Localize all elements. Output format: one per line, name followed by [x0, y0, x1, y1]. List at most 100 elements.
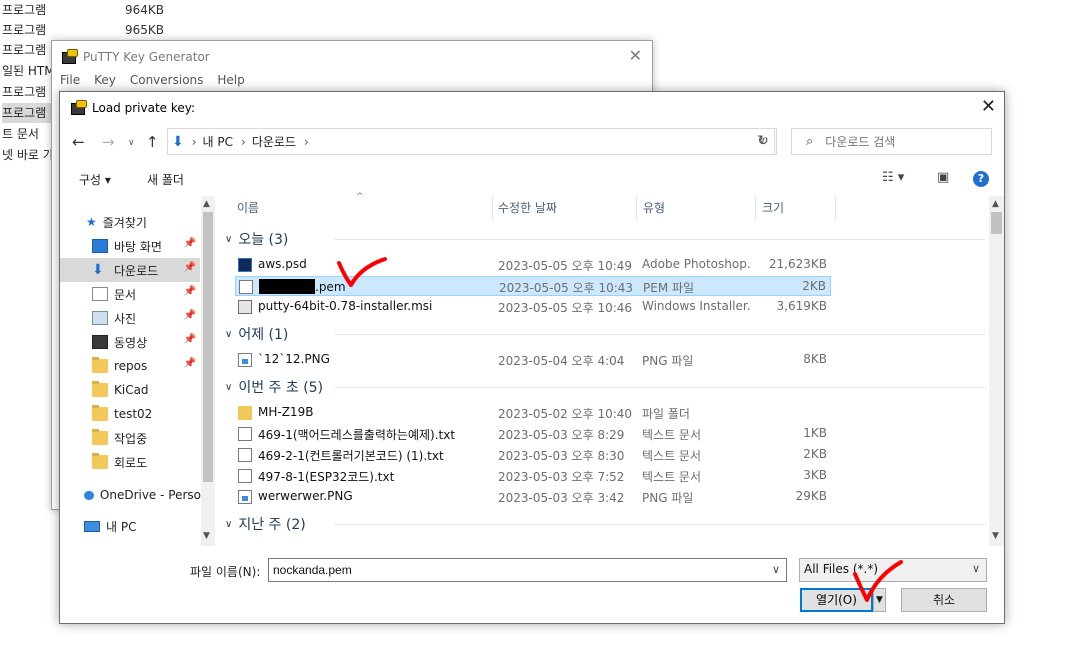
nav-item-repos[interactable]: repos 📌 [60, 354, 200, 378]
navigation-pane: ★ 즐겨찾기 바탕 화면 📌 ⬇ 다운로드 📌 문서 📌 사진 📌 동영상 📌 repos 📌 … [60, 196, 215, 546]
nav-item-schematics[interactable]: 회로도 [60, 450, 200, 474]
menu-conversions[interactable]: Conversions [130, 73, 204, 87]
chevron-down-icon: ∨ [225, 328, 233, 340]
new-folder-button[interactable]: 새 폴더 [147, 171, 184, 188]
scroll-thumb[interactable] [203, 212, 213, 482]
nav-item-test02[interactable]: test02 [60, 402, 200, 426]
menu-file[interactable]: File [60, 73, 80, 87]
puttygen-icon [61, 49, 78, 65]
back-arrow-icon[interactable]: ← [72, 133, 85, 151]
pin-icon: 📌 [183, 358, 196, 369]
nav-item-this-pc[interactable]: 내 PC [60, 514, 200, 538]
column-header-size[interactable]: 크기 [762, 196, 784, 220]
download-icon: ⬇ [172, 133, 184, 150]
nav-item-documents[interactable]: 문서 📌 [60, 282, 200, 306]
forward-arrow-icon[interactable]: → [102, 133, 115, 151]
putty-menu-bar: File Key Conversions Help [60, 73, 245, 87]
check-mark-annotation [337, 257, 387, 287]
group-divider [335, 239, 985, 240]
scroll-down-icon[interactable]: ▼ [203, 531, 210, 541]
group-header-yesterday[interactable]: ∨ 어제 (1) [225, 324, 985, 344]
nav-item-work[interactable]: 작업중 [60, 426, 200, 450]
organize-button[interactable]: 구성 ▾ [79, 171, 111, 188]
file-row[interactable]: aws.psd 2023-05-05 오후 10:49 Adobe Photos… [235, 255, 831, 275]
scroll-up-icon[interactable]: ▲ [992, 199, 999, 209]
nav-item-pictures[interactable]: 사진 📌 [60, 306, 200, 330]
file-row[interactable]: 469-2-1(컨트롤러기본코드) (1).txt 2023-05-03 오후 … [235, 445, 831, 465]
breadcrumb-this-pc[interactable]: 내 PC [203, 133, 233, 150]
pc-icon [84, 520, 100, 532]
file-row[interactable]: 469-1(맥어드레스를출력하는예제).txt 2023-05-03 오후 8:… [235, 424, 831, 444]
group-header-today[interactable]: ∨ 오늘 (3) [225, 229, 985, 249]
nav-item-downloads[interactable]: ⬇ 다운로드 📌 [60, 258, 200, 282]
file-row[interactable]: `12`12.PNG 2023-05-04 오후 4:04 PNG 파일 8KB [235, 350, 831, 370]
scroll-up-icon[interactable]: ▲ [203, 199, 210, 209]
group-divider [335, 524, 985, 525]
cancel-button[interactable]: 취소 [901, 588, 987, 612]
nav-item-videos[interactable]: 동영상 📌 [60, 330, 200, 354]
onedrive-icon [84, 490, 94, 500]
recent-locations-chevron-icon[interactable]: ∨ [128, 138, 135, 148]
dialog-close-button[interactable]: ✕ [981, 96, 996, 117]
search-placeholder: 다운로드 검색 [825, 135, 896, 149]
refresh-button[interactable]: ↻ [750, 128, 777, 155]
scroll-down-icon[interactable]: ▼ [992, 531, 999, 541]
nav-item-quick-access[interactable]: ★ 즐겨찾기 [86, 210, 215, 234]
folder-icon [92, 453, 108, 469]
file-row[interactable]: 497-8-1(ESP32코드).txt 2023-05-03 오후 7:52 … [235, 466, 831, 486]
file-row[interactable]: putty-64bit-0.78-installer.msi 2023-05-0… [235, 297, 831, 317]
group-header-earlier-this-week[interactable]: ∨ 이번 주 초 (5) [225, 377, 985, 397]
folder-icon [92, 357, 108, 373]
load-private-key-dialog: Load private key: ✕ ← → ∨ ↑ ⬇ › 내 PC › 다… [59, 91, 1005, 624]
picture-icon [92, 311, 108, 325]
file-row-selected[interactable]: .pem 2023-05-05 오후 10:43 PEM 파일 2KB [235, 276, 831, 296]
redaction-block [259, 279, 315, 294]
address-bar[interactable]: ⬇ › 내 PC › 다운로드 › ∨ [167, 128, 775, 155]
group-divider [335, 387, 985, 388]
nav-item-onedrive[interactable]: OneDrive - Perso [60, 483, 201, 507]
navigation-bar: ← → ∨ ↑ ⬇ › 내 PC › 다운로드 › ∨ ↻ ⌕ 다운로드 검색 [60, 124, 1004, 160]
file-row[interactable]: MH-Z19B 2023-05-02 오후 10:40 파일 폴더 [235, 403, 831, 423]
check-mark-annotation [853, 560, 903, 602]
breadcrumb-downloads[interactable]: 다운로드 [252, 133, 296, 150]
image-file-icon [238, 353, 252, 367]
pin-icon: 📌 [183, 238, 196, 249]
scroll-thumb[interactable] [991, 212, 1002, 234]
file-list-scrollbar[interactable]: ▲ ▼ [989, 196, 1004, 546]
chevron-down-icon: ∨ [225, 518, 233, 530]
help-icon[interactable]: ? [973, 171, 989, 187]
column-header-name[interactable]: 이름 [237, 196, 259, 220]
column-divider [636, 196, 637, 220]
menu-key[interactable]: Key [94, 73, 116, 87]
video-icon [92, 335, 108, 349]
puttygen-icon [70, 100, 87, 116]
column-header-type[interactable]: 유형 [643, 196, 665, 220]
putty-close-button[interactable]: ✕ [629, 46, 642, 65]
filename-label: 파일 이름(N): [190, 565, 261, 579]
pin-icon: 📌 [183, 334, 196, 345]
group-header-last-week[interactable]: ∨ 지난 주 (2) [225, 514, 985, 534]
up-arrow-icon[interactable]: ↑ [146, 133, 159, 151]
nav-item-desktop[interactable]: 바탕 화면 📌 [60, 234, 200, 258]
image-file-icon [238, 490, 252, 504]
preview-pane-icon[interactable]: ▣ [937, 170, 949, 185]
search-icon: ⌕ [806, 134, 814, 149]
search-box[interactable]: ⌕ 다운로드 검색 [791, 128, 992, 155]
menu-help[interactable]: Help [217, 73, 244, 87]
filename-input[interactable] [268, 558, 787, 582]
text-file-icon [238, 448, 252, 462]
filename-dropdown-icon[interactable]: ∨ [772, 563, 780, 576]
nav-item-kicad[interactable]: KiCad [60, 378, 200, 402]
installer-file-icon [238, 300, 252, 314]
nav-pane-scrollbar[interactable]: ▲ ▼ [201, 196, 215, 546]
chevron-down-icon: ∨ [971, 562, 980, 575]
breadcrumb-separator: › [191, 134, 197, 149]
folder-icon [92, 381, 108, 397]
file-row[interactable]: werwerwer.PNG 2023-05-03 오후 3:42 PNG 파일 … [235, 487, 831, 507]
folder-icon [92, 429, 108, 445]
document-icon [92, 287, 108, 301]
view-options-icon[interactable]: ☷ ▾ [882, 170, 904, 185]
command-toolbar: 구성 ▾ 새 폴더 ☷ ▾ ▣ ? [60, 166, 1004, 192]
pin-icon: 📌 [183, 262, 196, 273]
column-header-date[interactable]: 수정한 날짜 [498, 196, 557, 220]
